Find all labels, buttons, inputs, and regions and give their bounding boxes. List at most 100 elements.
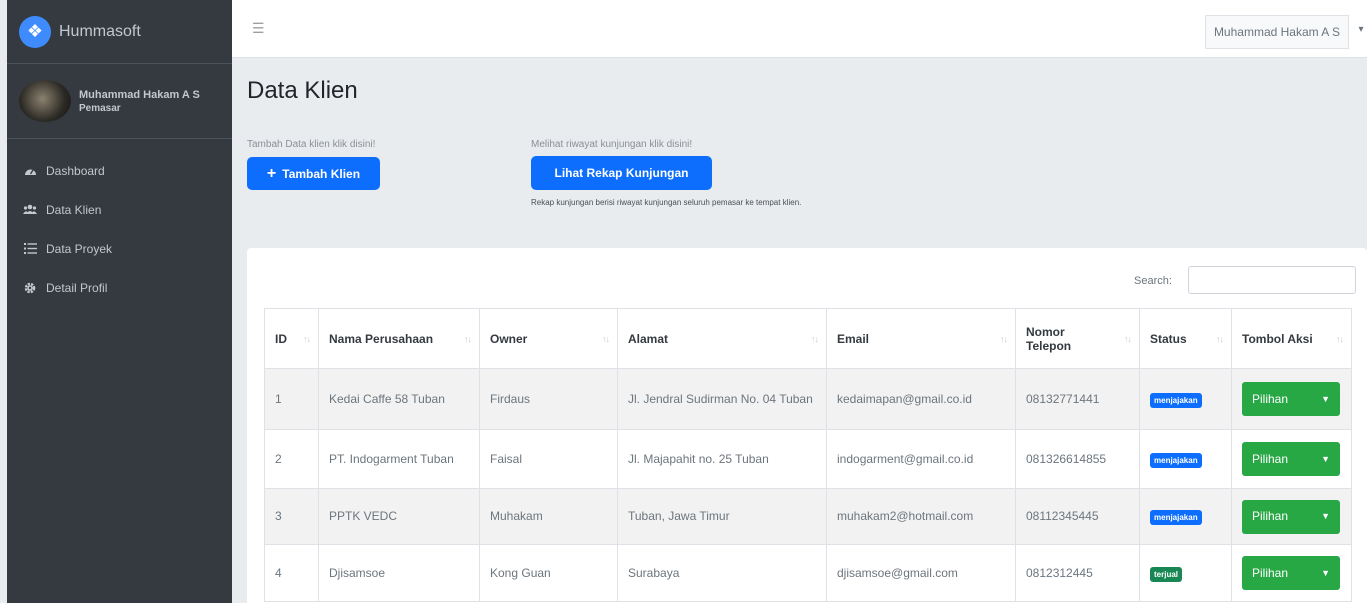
gear-icon bbox=[23, 281, 37, 295]
caret-down-icon: ▼ bbox=[1321, 511, 1330, 521]
add-client-button-label: Tambah Klien bbox=[282, 166, 361, 181]
chevron-down-icon[interactable]: ▾ bbox=[1355, 24, 1367, 35]
cell-actions: Pilihan ▼ bbox=[1231, 488, 1352, 545]
sidebar-item-label: Dashboard bbox=[46, 163, 105, 178]
sort-icon: ↑↓ bbox=[464, 333, 472, 344]
cell-id: 1 bbox=[264, 368, 319, 430]
hamburger-menu-icon[interactable]: ☰ bbox=[252, 20, 265, 37]
table-header-row: ID ↑↓ Nama Perusahaan ↑↓ Owner ↑↓ Alamat ↑↓ … bbox=[264, 308, 1352, 369]
cell-phone: 08112345445 bbox=[1015, 488, 1140, 545]
table-row: 2 PT. Indogarment Tuban Faisal Jl. Majap… bbox=[264, 429, 1352, 489]
column-header-status[interactable]: Status ↑↓ bbox=[1139, 308, 1232, 369]
sidebar-item-label: Data Proyek bbox=[46, 241, 113, 256]
column-header-email[interactable]: Email ↑↓ bbox=[826, 308, 1016, 369]
column-header-phone[interactable]: Nomor Telepon ↑↓ bbox=[1015, 308, 1140, 369]
users-icon bbox=[23, 203, 37, 217]
table-row: 3 PPTK VEDC Muhakam Tuban, Jawa Timur mu… bbox=[264, 488, 1352, 545]
user-panel: Muhammad Hakam A S Pemasar bbox=[7, 64, 232, 139]
cell-actions: Pilihan ▼ bbox=[1231, 429, 1352, 489]
user-role: Pemasar bbox=[79, 102, 121, 114]
cell-status: menjajakan bbox=[1139, 488, 1232, 545]
sidebar-item-label: Detail Profil bbox=[46, 280, 108, 295]
cell-id: 2 bbox=[264, 429, 319, 489]
column-header-company[interactable]: Nama Perusahaan ↑↓ bbox=[318, 308, 480, 369]
caret-down-icon: ▼ bbox=[1321, 567, 1330, 578]
cell-email: muhakam2@hotmail.com bbox=[826, 488, 1016, 545]
cell-status: terjual bbox=[1139, 544, 1232, 602]
sidebar-item-data-proyek[interactable]: Data Proyek bbox=[7, 229, 232, 268]
cell-company: PT. Indogarment Tuban bbox=[318, 429, 480, 489]
sort-icon: ↑↓ bbox=[1124, 333, 1132, 344]
add-client-hint: Tambah Data klien klik disini! bbox=[247, 139, 376, 150]
cell-actions: Pilihan ▼ bbox=[1231, 544, 1352, 602]
sidebar-nav: Dashboard Data Klien Data Proyek Detail … bbox=[7, 139, 232, 307]
history-hint: Melihat riwayat kunjungan klik disini! bbox=[531, 139, 693, 150]
column-header-address[interactable]: Alamat ↑↓ bbox=[617, 308, 827, 369]
sidebar-item-detail-profil[interactable]: Detail Profil bbox=[7, 268, 232, 307]
status-badge: menjajakan bbox=[1150, 452, 1202, 468]
tachometer-icon bbox=[23, 164, 37, 178]
brand[interactable]: ❖ Hummasoft bbox=[7, 0, 232, 64]
cell-email: indogarment@gmail.co.id bbox=[826, 429, 1016, 489]
view-visit-history-button[interactable]: Lihat Rekap Kunjungan bbox=[531, 156, 712, 190]
user-dropdown-label: Muhammad Hakam A S bbox=[1213, 25, 1340, 39]
sort-icon: ↑↓ bbox=[602, 333, 610, 344]
cell-status: menjajakan bbox=[1139, 429, 1232, 489]
cell-phone: 08132771441 bbox=[1015, 368, 1140, 430]
cell-owner: Muhakam bbox=[479, 488, 618, 545]
topbar: ☰ Muhammad Hakam A S ▾ bbox=[232, 0, 1367, 58]
options-button[interactable]: Pilihan ▼ bbox=[1242, 556, 1340, 590]
user-dropdown[interactable]: Muhammad Hakam A S bbox=[1204, 15, 1349, 49]
page-title: Data Klien bbox=[247, 77, 358, 104]
cell-id: 4 bbox=[264, 544, 319, 602]
cell-status: menjajakan bbox=[1139, 368, 1232, 430]
brand-name: Hummasoft bbox=[59, 22, 141, 40]
cell-phone: 0812312445 bbox=[1015, 544, 1140, 602]
caret-down-icon: ▼ bbox=[1321, 453, 1330, 464]
cell-owner: Firdaus bbox=[479, 368, 618, 430]
column-header-id[interactable]: ID ↑↓ bbox=[264, 308, 319, 369]
cell-address: Jl. Majapahit no. 25 Tuban bbox=[617, 429, 827, 489]
status-badge: menjajakan bbox=[1150, 392, 1202, 408]
view-visit-history-button-label: Lihat Rekap Kunjungan bbox=[554, 166, 689, 180]
search-input[interactable] bbox=[1188, 266, 1356, 294]
table-row: 4 Djisamsoe Kong Guan Surabaya djisamsoe… bbox=[264, 544, 1352, 602]
list-icon bbox=[23, 242, 37, 256]
sidebar-item-dashboard[interactable]: Dashboard bbox=[7, 151, 232, 190]
cell-phone: 081326614855 bbox=[1015, 429, 1140, 489]
sort-icon: ↑↓ bbox=[303, 333, 311, 344]
sort-icon: ↑↓ bbox=[811, 333, 819, 344]
clients-table: ID ↑↓ Nama Perusahaan ↑↓ Owner ↑↓ Alamat ↑↓ … bbox=[264, 308, 1352, 602]
search-label: Search: bbox=[1134, 275, 1172, 287]
sidebar-item-data-klien[interactable]: Data Klien bbox=[7, 190, 232, 229]
add-client-button[interactable]: + Tambah Klien bbox=[247, 157, 380, 190]
plus-icon: + bbox=[266, 164, 277, 182]
user-name[interactable]: Muhammad Hakam A S bbox=[79, 89, 200, 101]
sort-icon: ↑↓ bbox=[1216, 333, 1224, 344]
cell-email: kedaimapan@gmail.co.id bbox=[826, 368, 1016, 430]
sort-icon: ↑↓ bbox=[1336, 333, 1344, 344]
history-note: Rekap kunjungan berisi riwayat kunjungan… bbox=[531, 198, 802, 207]
cell-company: Kedai Caffe 58 Tuban bbox=[318, 368, 480, 430]
cell-id: 3 bbox=[264, 488, 319, 545]
cell-address: Surabaya bbox=[617, 544, 827, 602]
cell-owner: Kong Guan bbox=[479, 544, 618, 602]
status-badge: terjual bbox=[1150, 566, 1183, 582]
options-button[interactable]: Pilihan ▼ bbox=[1242, 382, 1340, 416]
status-badge: menjajakan bbox=[1150, 510, 1202, 525]
options-button[interactable]: Pilihan ▼ bbox=[1242, 442, 1340, 476]
sort-icon: ↑↓ bbox=[1000, 333, 1008, 344]
cell-address: Tuban, Jawa Timur bbox=[617, 488, 827, 545]
cell-company: PPTK VEDC bbox=[318, 488, 480, 545]
cell-email: djisamsoe@gmail.com bbox=[826, 544, 1016, 602]
caret-down-icon: ▼ bbox=[1321, 393, 1330, 404]
column-header-actions[interactable]: Tombol Aksi ↑↓ bbox=[1231, 308, 1352, 369]
table-row: 1 Kedai Caffe 58 Tuban Firdaus Jl. Jendr… bbox=[264, 368, 1352, 430]
options-button[interactable]: Pilihan ▼ bbox=[1242, 499, 1340, 534]
cell-actions: Pilihan ▼ bbox=[1231, 368, 1352, 430]
avatar bbox=[19, 80, 71, 122]
column-header-owner[interactable]: Owner ↑↓ bbox=[479, 308, 618, 369]
cell-address: Jl. Jendral Sudirman No. 04 Tuban bbox=[617, 368, 827, 430]
sidebar: ❖ Hummasoft Muhammad Hakam A S Pemasar D… bbox=[7, 0, 232, 603]
brand-logo-icon: ❖ bbox=[19, 15, 51, 48]
